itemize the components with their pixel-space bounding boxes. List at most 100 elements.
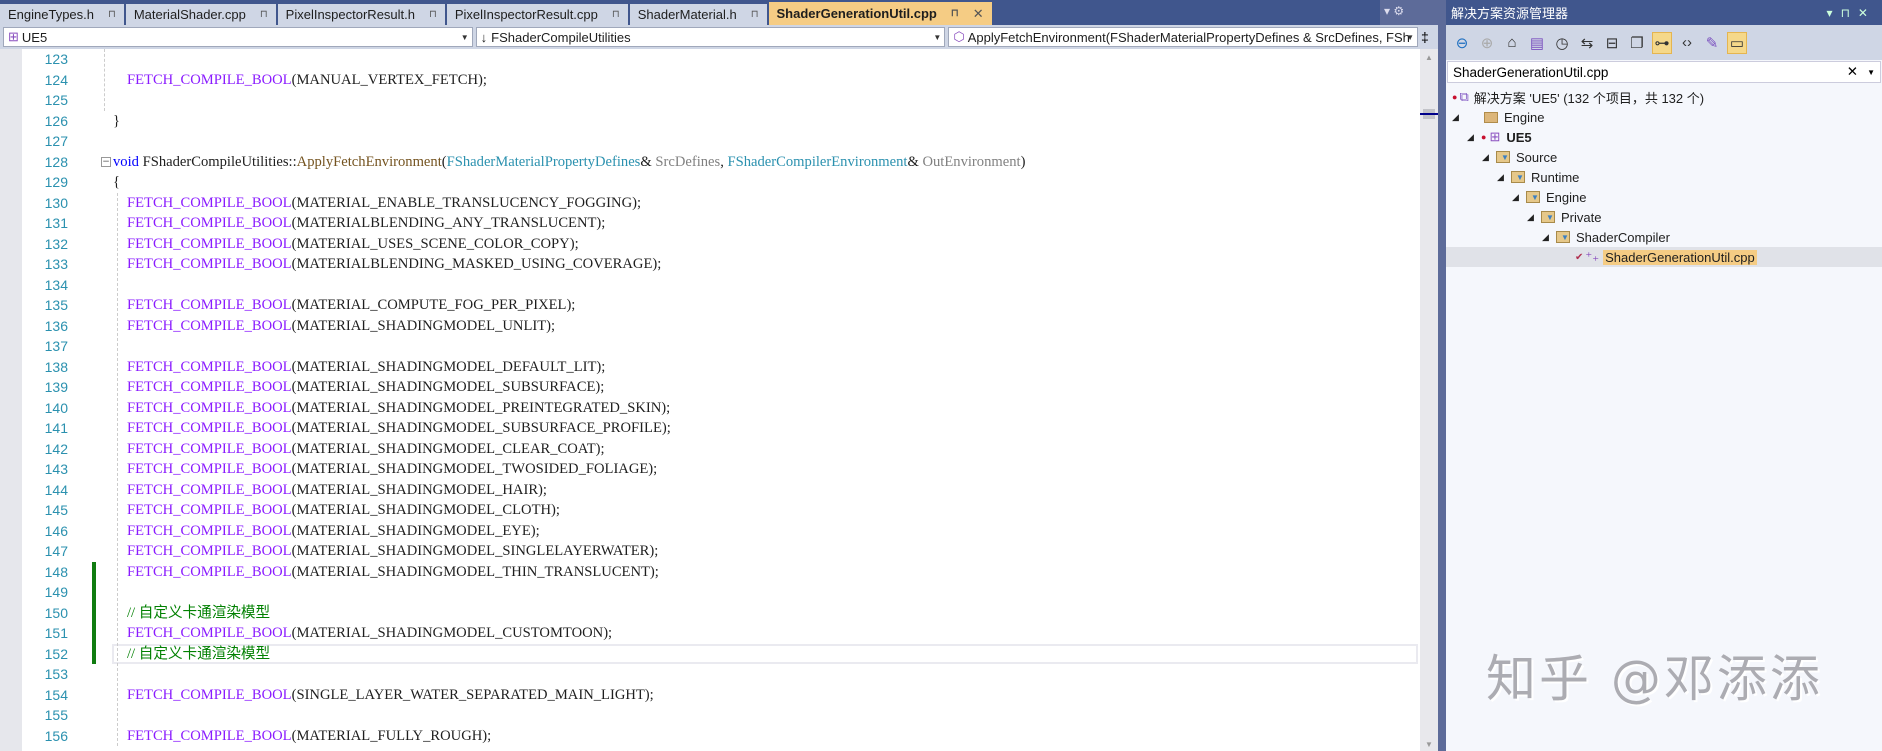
- expand-arrow-icon[interactable]: ◢: [1482, 152, 1496, 163]
- line-number: 134: [44, 276, 68, 293]
- token-cm: // 自定义卡通渲染模型: [127, 645, 271, 662]
- line-number: 148: [44, 563, 68, 580]
- tab-overflow-settings[interactable]: ▾ ⚙: [1384, 4, 1404, 18]
- project-dropdown[interactable]: ⊞ UE5 ▼: [3, 27, 473, 47]
- properties-wrench-icon[interactable]: ✎: [1702, 32, 1722, 54]
- forward-icon[interactable]: ⊕: [1477, 32, 1497, 54]
- token-ty: FShaderCompilerEnvironment: [727, 153, 908, 170]
- expand-arrow-icon[interactable]: ◢: [1452, 112, 1466, 123]
- code-editor[interactable]: 123 124 FETCH_COMPILE_BOOL(MANUAL_VERTEX_F…: [0, 49, 1420, 751]
- code-text: }: [113, 111, 120, 131]
- panel-window-controls[interactable]: ▾⊓✕: [1827, 6, 1876, 20]
- collapse-all-icon[interactable]: ⊟: [1602, 32, 1622, 54]
- tree-node[interactable]: ◢ Runtime: [1446, 167, 1882, 187]
- token-pl: (MATERIAL_SHADINGMODEL_CLOTH);: [291, 502, 560, 518]
- show-all-files-icon[interactable]: ❐: [1627, 32, 1647, 54]
- code-line: 144 FETCH_COMPILE_BOOL(MATERIAL_SHADINGMO…: [0, 480, 1420, 500]
- clear-search-icon[interactable]: ✕: [1847, 64, 1858, 80]
- pin-icon[interactable]: ⊓: [108, 9, 116, 20]
- tree-node[interactable]: ◢ Engine: [1446, 187, 1882, 207]
- code-line: 146 FETCH_COMPILE_BOOL(MATERIAL_SHADINGMO…: [0, 521, 1420, 541]
- token-mac: FETCH_COMPILE_BOOL: [127, 727, 292, 744]
- tree-node[interactable]: ◢ ● ⊞ UE5: [1446, 127, 1882, 147]
- line-number: 137: [44, 338, 68, 354]
- pin-icon[interactable]: ⊓: [751, 9, 759, 20]
- tab-pixelinspectorresult-cpp[interactable]: PixelInspectorResult.cpp ⊓: [446, 4, 628, 25]
- expand-arrow-icon[interactable]: ◢: [1467, 132, 1481, 143]
- tab-materialshader-cpp[interactable]: MaterialShader.cpp ⊓: [125, 4, 276, 25]
- close-icon[interactable]: ✕: [973, 6, 984, 22]
- switch-views-icon[interactable]: ▤: [1527, 32, 1547, 54]
- code-line: 131 FETCH_COMPILE_BOOL(MATERIALBLENDING_A…: [0, 213, 1420, 233]
- tree-node[interactable]: ◢ Source: [1446, 147, 1882, 167]
- member-dropdown[interactable]: ⬡ ApplyFetchEnvironment(FShaderMaterialPr…: [948, 27, 1419, 47]
- line-number: 136: [44, 317, 68, 334]
- pin-icon[interactable]: ⊓: [951, 8, 959, 19]
- tab-pixelinspectorresult-h[interactable]: PixelInspectorResult.h ⊓: [277, 4, 445, 25]
- line-number: 125: [44, 92, 68, 108]
- code-line: 147 FETCH_COMPILE_BOOL(MATERIAL_SHADINGMO…: [0, 541, 1420, 561]
- tree-node[interactable]: ● ⧉ 解决方案 'UE5' (132 个项目，共 132 个): [1446, 87, 1882, 107]
- token-pl: ): [1020, 153, 1026, 170]
- code-text: FETCH_COMPILE_BOOL(SINGLE_LAYER_WATER_SE…: [127, 685, 654, 705]
- code-text: FETCH_COMPILE_BOOL(MATERIAL_SHADINGMODEL…: [127, 562, 659, 582]
- error-dot-icon: ●: [1452, 92, 1458, 102]
- sync-with-document-icon[interactable]: ⇆: [1577, 32, 1597, 54]
- indent-guide: [104, 49, 105, 111]
- tree-node-label: Private: [1561, 209, 1602, 225]
- token-mac: FETCH_COMPILE_BOOL: [127, 686, 292, 703]
- expand-arrow-icon[interactable]: ◢: [1512, 192, 1526, 203]
- code-line: 130 FETCH_COMPILE_BOOL(MATERIAL_ENABLE_TR…: [0, 193, 1420, 213]
- home-icon[interactable]: ⌂: [1502, 32, 1522, 54]
- token-mac: FETCH_COMPILE_BOOL: [127, 358, 292, 375]
- collapse-icon[interactable]: −: [101, 156, 111, 167]
- tab-shadergenerationutil-cpp[interactable]: ShaderGenerationUtil.cpp ⊓ ✕: [768, 2, 992, 25]
- expand-arrow-icon[interactable]: ◢: [1527, 212, 1541, 223]
- tab-shadermaterial-h[interactable]: ShaderMaterial.h ⊓: [629, 4, 767, 25]
- code-view-icon[interactable]: ‹›: [1677, 32, 1697, 54]
- code-line: 153: [0, 664, 1420, 684]
- folder-icon: [1484, 111, 1498, 123]
- tree-node[interactable]: ◢ Engine: [1446, 107, 1882, 127]
- scope-dropdown[interactable]: ↓ FShaderCompileUtilities ▼: [475, 27, 946, 47]
- token-mac: FETCH_COMPILE_BOOL: [127, 297, 292, 313]
- filter-folder-icon: [1511, 171, 1525, 183]
- code-line: 154 FETCH_COMPILE_BOOL(SINGLE_LAYER_WATER…: [0, 685, 1420, 705]
- code-text: FETCH_COMPILE_BOOL(MATERIAL_SHADINGMODEL…: [127, 377, 604, 397]
- scroll-up-arrow[interactable]: ▲: [1420, 53, 1438, 62]
- expand-arrow-icon[interactable]: ◢: [1497, 172, 1511, 183]
- line-number: 143: [44, 461, 68, 477]
- tab-enginetypes-h[interactable]: EngineTypes.h ⊓: [0, 4, 124, 25]
- line-number: 145: [44, 502, 68, 518]
- pin-icon[interactable]: ⊓: [260, 9, 268, 20]
- tab-label: PixelInspectorResult.cpp: [454, 7, 598, 22]
- preview-selected-items-icon[interactable]: ▭: [1727, 31, 1747, 54]
- pin-icon[interactable]: ⊓: [612, 9, 620, 20]
- chevron-down-icon[interactable]: ▼: [1867, 68, 1875, 77]
- expand-arrow-icon[interactable]: ◢: [1542, 232, 1556, 243]
- tree-node[interactable]: ✔ ⁺₊ ShaderGenerationUtil.cpp: [1446, 247, 1882, 267]
- token-pl: FShaderCompileUtilities::: [138, 153, 297, 170]
- token-pl: (MATERIAL_SHADINGMODEL_SINGLELAYERWATER)…: [291, 543, 659, 559]
- solution-explorer-search-input[interactable]: ShaderGenerationUtil.cpp ✕ ▼: [1447, 61, 1881, 83]
- code-line: 148 FETCH_COMPILE_BOOL(MATERIAL_SHADINGMO…: [0, 562, 1420, 582]
- token-pl: &: [907, 153, 923, 170]
- scroll-down-arrow[interactable]: ▼: [1420, 740, 1438, 749]
- tree-node[interactable]: ◢ Private: [1446, 207, 1882, 227]
- tab-label: EngineTypes.h: [8, 7, 95, 22]
- pin-icon[interactable]: ⊓: [429, 9, 437, 20]
- code-line: 140 FETCH_COMPILE_BOOL(MATERIAL_SHADINGMO…: [0, 398, 1420, 418]
- split-editor-button[interactable]: ‡: [1421, 27, 1435, 47]
- pending-changes-filter-icon[interactable]: ◷: [1552, 32, 1572, 54]
- member-dropdown-value: ApplyFetchEnvironment(FShaderMaterialPro…: [967, 29, 1410, 45]
- tree-view-toggle-icon[interactable]: ⊶: [1652, 31, 1672, 54]
- token-ty: FShaderMaterialPropertyDefines: [446, 153, 641, 170]
- token-pl: (MATERIAL_SHADINGMODEL_CUSTOMTOON);: [291, 625, 613, 641]
- code-text: {: [113, 172, 120, 192]
- line-number: 151: [44, 625, 68, 641]
- code-line: 132 FETCH_COMPILE_BOOL(MATERIAL_USES_SCEN…: [0, 234, 1420, 254]
- panel-splitter[interactable]: [1438, 0, 1446, 751]
- tree-node[interactable]: ◢ ShaderCompiler: [1446, 227, 1882, 247]
- vertical-scrollbar[interactable]: ▲ ▼: [1420, 49, 1438, 751]
- back-icon[interactable]: ⊖: [1452, 32, 1472, 54]
